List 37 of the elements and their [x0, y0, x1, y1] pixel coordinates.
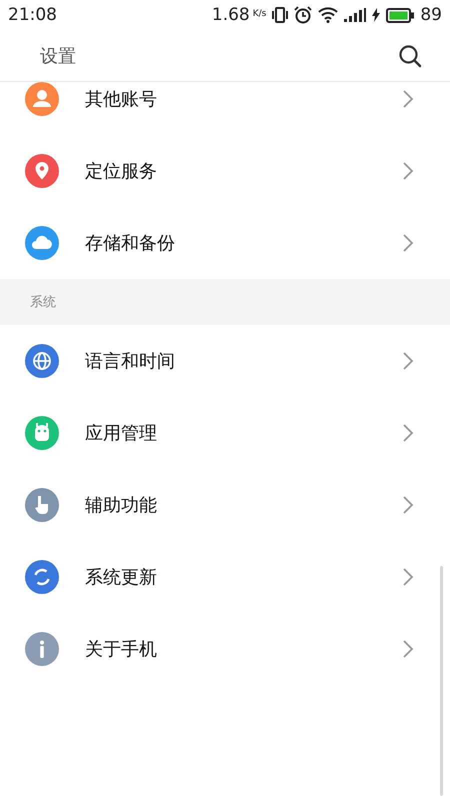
- settings-item[interactable]: 应用管理: [0, 397, 450, 469]
- battery-percent: 89: [420, 5, 442, 25]
- chevron-right-icon: [402, 496, 414, 514]
- item-label: 其他账号: [85, 88, 158, 111]
- chevron-right-icon: [402, 424, 414, 442]
- vibrate-icon: [272, 6, 288, 24]
- chevron-right-icon: [402, 162, 414, 180]
- settings-item[interactable]: 辅助功能: [0, 469, 450, 541]
- status-time: 21:08: [8, 5, 57, 25]
- item-label: 应用管理: [85, 422, 158, 445]
- settings-item[interactable]: 语言和时间: [0, 325, 450, 397]
- chevron-right-icon: [402, 90, 414, 108]
- settings-item[interactable]: 其他账号: [0, 82, 450, 135]
- alarm-icon: [294, 6, 312, 24]
- search-icon[interactable]: [398, 44, 422, 68]
- settings-item[interactable]: 存储和备份: [0, 207, 450, 279]
- item-label: 定位服务: [85, 160, 158, 183]
- chevron-right-icon: [402, 352, 414, 370]
- settings-item[interactable]: 定位服务: [0, 135, 450, 207]
- network-speed: 1.68: [212, 5, 250, 25]
- signal-icon: [344, 8, 366, 22]
- item-label: 关于手机: [85, 638, 158, 661]
- charging-icon: [372, 8, 380, 22]
- settings-item[interactable]: 系统更新: [0, 541, 450, 613]
- wifi-icon: [318, 7, 338, 23]
- chevron-right-icon: [402, 234, 414, 252]
- page-title: 设置: [40, 44, 76, 68]
- speed-unit: K/s: [252, 9, 266, 19]
- battery-icon: [386, 8, 414, 22]
- chevron-right-icon: [402, 640, 414, 658]
- item-label: 辅助功能: [85, 494, 158, 517]
- item-label: 语言和时间: [85, 350, 176, 373]
- settings-item[interactable]: 关于手机: [0, 613, 450, 685]
- item-label: 系统更新: [85, 566, 158, 589]
- section-title: 系统: [30, 294, 56, 311]
- chevron-right-icon: [402, 568, 414, 586]
- item-label: 存储和备份: [85, 232, 176, 255]
